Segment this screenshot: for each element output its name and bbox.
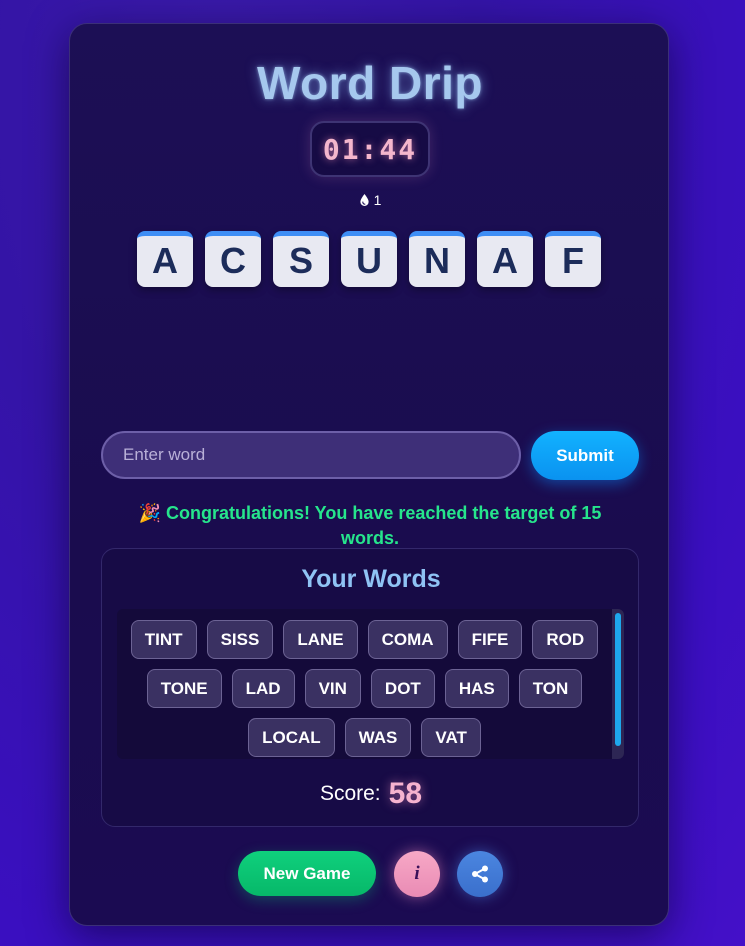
words-scrollbar-thumb[interactable] bbox=[615, 613, 621, 746]
words-panel: Your Words TINT SISS LANE COMA FIFE ROD … bbox=[101, 548, 639, 827]
word-chip: VAT bbox=[421, 718, 481, 757]
countdown-timer: 01:44 bbox=[310, 121, 430, 177]
new-game-button[interactable]: New Game bbox=[238, 851, 376, 896]
streak-indicator: 1 bbox=[70, 192, 670, 208]
game-card: Word Drip 01:44 1 A C S U N A F Submit 🎉… bbox=[69, 23, 669, 926]
word-chip: ROD bbox=[532, 620, 599, 659]
letter-tile[interactable]: A bbox=[137, 231, 193, 287]
congrats-message: 🎉 Congratulations! You have reached the … bbox=[110, 501, 630, 551]
word-chip: COMA bbox=[367, 620, 448, 659]
streak-count: 1 bbox=[373, 192, 382, 208]
word-chip: VIN bbox=[304, 669, 361, 708]
letter-tile[interactable]: N bbox=[409, 231, 465, 287]
letter-tile[interactable]: S bbox=[273, 231, 329, 287]
share-button[interactable] bbox=[457, 851, 503, 897]
letter-tile[interactable]: A bbox=[477, 231, 533, 287]
drop-icon bbox=[359, 194, 369, 206]
party-popper-icon: 🎉 bbox=[138, 503, 161, 523]
letter-tile[interactable]: F bbox=[545, 231, 601, 287]
letter-tile[interactable]: U bbox=[341, 231, 397, 287]
words-panel-title: Your Words bbox=[301, 565, 441, 593]
letter-tile[interactable]: C bbox=[205, 231, 261, 287]
word-chip: DOT bbox=[370, 669, 435, 708]
info-icon: i bbox=[414, 863, 420, 884]
submit-button[interactable]: Submit bbox=[531, 431, 639, 480]
word-chip: TON bbox=[518, 669, 583, 708]
word-chip: TINT bbox=[130, 620, 197, 659]
score-label: Score: bbox=[319, 782, 381, 805]
word-chip: WAS bbox=[344, 718, 412, 757]
words-scrollbar[interactable] bbox=[612, 609, 624, 759]
word-chip: FIFE bbox=[457, 620, 523, 659]
score-value: 58 bbox=[388, 777, 423, 810]
share-icon bbox=[472, 865, 488, 883]
congrats-text: Congratulations! You have reached the ta… bbox=[166, 503, 602, 548]
word-chip: HAS bbox=[444, 669, 509, 708]
info-button[interactable]: i bbox=[394, 851, 440, 897]
letter-tiles: A C S U N A F bbox=[137, 231, 601, 287]
word-chip: LOCAL bbox=[248, 718, 335, 757]
words-list-container[interactable]: TINT SISS LANE COMA FIFE ROD TONE LAD VI… bbox=[117, 609, 624, 759]
score-display: Score: 58 bbox=[102, 777, 640, 811]
word-chip: SISS bbox=[206, 620, 274, 659]
word-chip: LAD bbox=[231, 669, 295, 708]
word-input[interactable] bbox=[101, 431, 521, 479]
words-list: TINT SISS LANE COMA FIFE ROD TONE LAD VI… bbox=[117, 620, 612, 757]
game-title: Word Drip bbox=[257, 57, 483, 109]
word-chip: LANE bbox=[283, 620, 358, 659]
word-chip: TONE bbox=[146, 669, 222, 708]
